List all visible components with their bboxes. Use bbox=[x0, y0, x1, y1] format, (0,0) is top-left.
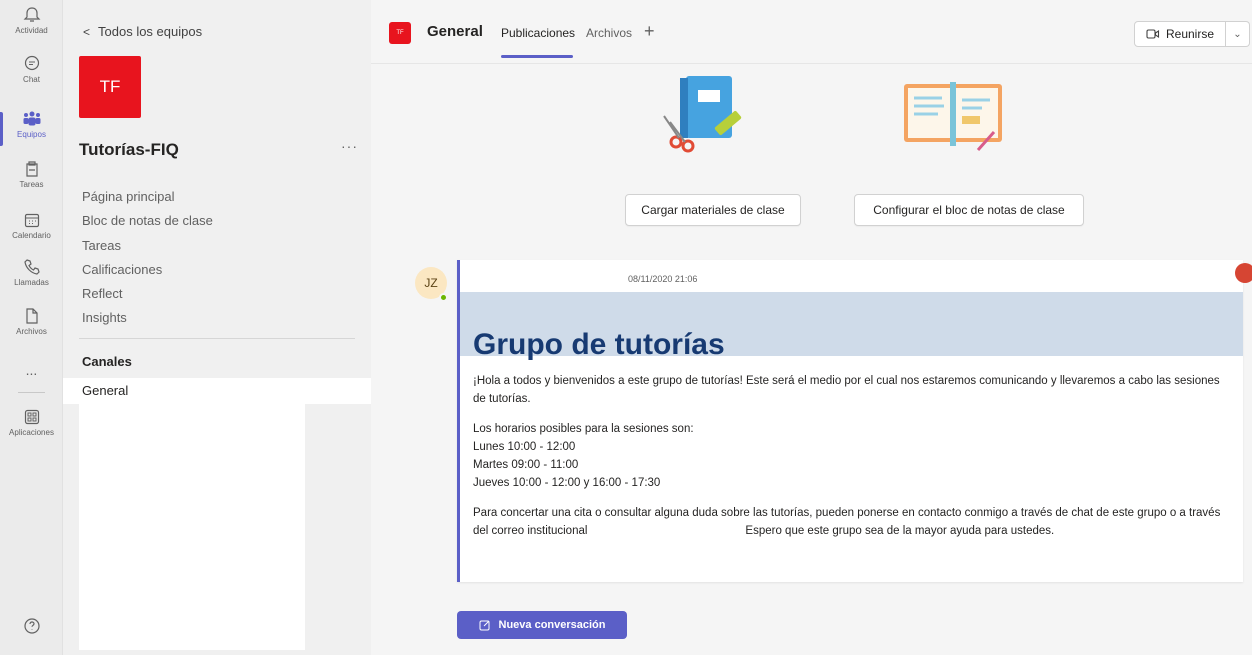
teams-icon bbox=[23, 111, 40, 126]
new-conversation-label: Nueva conversación bbox=[498, 619, 606, 631]
phone-icon bbox=[23, 259, 40, 275]
compose-icon bbox=[479, 620, 489, 631]
assignments-icon bbox=[25, 161, 38, 177]
post-intro: ¡Hola a todos y bienvenidos a este grupo… bbox=[473, 375, 1220, 405]
app-bar-chat[interactable]: Chat bbox=[0, 55, 63, 84]
nav-item-home[interactable]: Página principal bbox=[82, 185, 213, 209]
back-label: Todos los equipos bbox=[98, 24, 203, 39]
app-bar-label: Tareas bbox=[19, 180, 44, 189]
bell-icon bbox=[23, 7, 40, 22]
app-bar-calendar[interactable]: Calendario bbox=[0, 211, 63, 240]
help-icon bbox=[23, 618, 40, 634]
team-avatar: TF bbox=[79, 56, 141, 118]
app-bar-more[interactable]: ... bbox=[0, 362, 63, 378]
add-tab-button[interactable]: + bbox=[644, 21, 655, 42]
channel-main: TF General Publicaciones Archivos + Reun… bbox=[371, 0, 1252, 655]
chat-icon bbox=[24, 55, 39, 71]
class-materials-illustration bbox=[663, 76, 742, 153]
schedule-item: Jueves 10:00 - 12:00 y 16:00 - 17:30 bbox=[473, 477, 661, 489]
class-notebook-illustration bbox=[904, 82, 1002, 151]
calendar-icon bbox=[24, 213, 39, 228]
team-name: Tutorías-FIQ bbox=[79, 140, 179, 159]
channel-item-general[interactable]: General bbox=[63, 378, 371, 404]
upload-class-materials-button[interactable]: Cargar materiales de clase bbox=[625, 194, 801, 226]
help-button[interactable] bbox=[0, 617, 63, 637]
app-bar-label: Calendario bbox=[12, 231, 51, 240]
app-bar-label: Llamadas bbox=[14, 278, 49, 287]
chevron-left-icon: < bbox=[83, 25, 91, 39]
app-bar-activity[interactable]: Actividad bbox=[0, 6, 63, 35]
announcement-banner: Grupo de tutorías bbox=[460, 292, 1243, 361]
tab-active-indicator bbox=[501, 55, 573, 58]
post-closing: Espero que este grupo sea de la mayor ay… bbox=[745, 525, 1055, 537]
app-bar-label: Aplicaciones bbox=[9, 428, 54, 437]
schedule-heading: Los horarios posibles para la sesiones s… bbox=[473, 423, 694, 435]
post-contact: Para concertar una cita o consultar algu… bbox=[473, 504, 1233, 540]
nav-item-class-notebook[interactable]: Bloc de notas de clase bbox=[82, 209, 213, 233]
app-bar-divider bbox=[18, 392, 45, 393]
schedule-block: Los horarios posibles para la sesiones s… bbox=[473, 420, 1233, 492]
app-bar-assignments[interactable]: Tareas bbox=[0, 160, 63, 189]
announcement-title: Grupo de tutorías bbox=[473, 328, 725, 361]
tab-files[interactable]: Archivos bbox=[586, 26, 632, 40]
app-bar-label: Chat bbox=[23, 75, 40, 84]
nav-item-assignments[interactable]: Tareas bbox=[82, 234, 213, 258]
post-timestamp: 08/11/2020 21:06 bbox=[628, 274, 698, 284]
sidebar-blank-area bbox=[79, 404, 305, 650]
meet-dropdown-button[interactable]: ⌄ bbox=[1226, 21, 1250, 47]
setup-class-notebook-button[interactable]: Configurar el bloc de notas de clase bbox=[854, 194, 1084, 226]
nav-item-grades[interactable]: Calificaciones bbox=[82, 258, 213, 282]
team-more-options-button[interactable]: ··· bbox=[341, 138, 358, 154]
app-bar-apps[interactable]: Aplicaciones bbox=[0, 408, 63, 437]
apps-icon bbox=[24, 409, 39, 425]
back-to-teams-link[interactable]: < Todos los equipos bbox=[83, 24, 202, 39]
nav-item-reflect[interactable]: Reflect bbox=[82, 282, 213, 306]
team-sidebar: < Todos los equipos TF Tutorías-FIQ ··· P… bbox=[63, 0, 371, 655]
reaction-icon[interactable] bbox=[1235, 263, 1252, 283]
app-bar-label: Equipos bbox=[17, 130, 46, 139]
conversation-post[interactable]: 08/11/2020 21:06 Grupo de tutorías ¡Hola… bbox=[457, 260, 1243, 582]
channel-header: TF General Publicaciones Archivos + Reun… bbox=[371, 0, 1252, 64]
nav-item-insights[interactable]: Insights bbox=[82, 306, 213, 330]
app-bar-files[interactable]: Archivos bbox=[0, 307, 63, 336]
schedule-item: Martes 09:00 - 11:00 bbox=[473, 459, 579, 471]
channel-team-avatar: TF bbox=[389, 22, 411, 44]
app-bar-calls[interactable]: Llamadas bbox=[0, 258, 63, 287]
app-bar-teams[interactable]: Equipos bbox=[0, 110, 63, 146]
post-body: ¡Hola a todos y bienvenidos a este grupo… bbox=[473, 372, 1233, 540]
schedule-item: Lunes 10:00 - 12:00 bbox=[473, 441, 576, 453]
app-bar-label: Archivos bbox=[16, 327, 47, 336]
app-bar: Actividad Chat Equipos Tareas Calendario… bbox=[0, 0, 63, 655]
file-icon bbox=[25, 308, 38, 324]
sidebar-divider bbox=[79, 338, 355, 339]
app-bar-label: Actividad bbox=[15, 26, 48, 35]
channel-label: General bbox=[82, 383, 129, 398]
channels-heading: Canales bbox=[82, 354, 132, 369]
channel-title: General bbox=[427, 23, 483, 40]
tab-posts[interactable]: Publicaciones bbox=[501, 26, 575, 40]
team-nav-list: Página principal Bloc de notas de clase … bbox=[82, 185, 213, 331]
video-camera-icon bbox=[1146, 29, 1160, 39]
new-conversation-button[interactable]: Nueva conversación bbox=[457, 611, 627, 639]
meet-label: Reunirse bbox=[1165, 27, 1215, 41]
meet-button[interactable]: Reunirse bbox=[1134, 21, 1226, 47]
presence-indicator bbox=[439, 293, 448, 302]
